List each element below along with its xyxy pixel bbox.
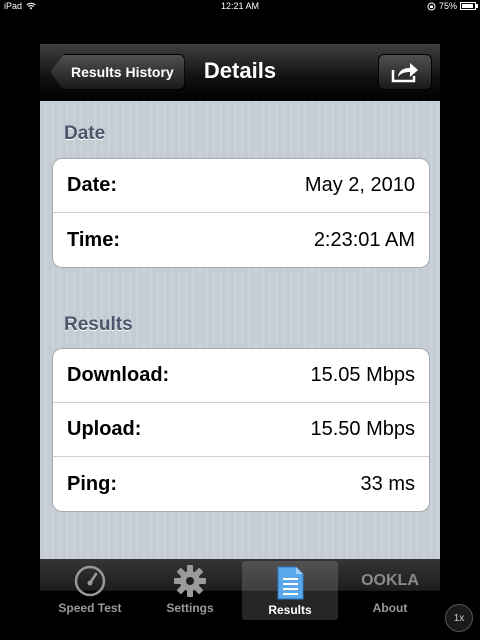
tab-bar: Speed Test Settings Results OOKLA About	[40, 559, 440, 622]
row-value: 15.05 Mbps	[310, 364, 415, 386]
results-group: Download: 15.05 Mbps Upload: 15.50 Mbps …	[52, 348, 430, 512]
status-right: 75%	[427, 1, 478, 11]
tab-results[interactable]: Results	[242, 561, 338, 620]
status-bar: iPad 12:21 AM 75%	[0, 0, 480, 14]
row-label: Date:	[67, 174, 118, 196]
share-button[interactable]	[378, 54, 432, 90]
tab-about[interactable]: OOKLA About	[340, 559, 440, 622]
date-group: Date: May 2, 2010 Time: 2:23:01 AM	[52, 158, 430, 268]
row-label: Download:	[67, 364, 170, 386]
table-row: Download: 15.05 Mbps	[53, 349, 429, 403]
zoom-1x-button[interactable]: 1x	[445, 604, 473, 632]
row-value: May 2, 2010	[304, 174, 415, 196]
tab-label: Speed Test	[58, 601, 122, 615]
gear-icon	[173, 564, 207, 598]
battery-percent: 75%	[438, 1, 457, 11]
tab-settings[interactable]: Settings	[140, 559, 240, 622]
tab-label: Results	[268, 603, 312, 617]
table-row: Ping: 33 ms	[53, 457, 429, 511]
row-value: 33 ms	[360, 472, 415, 495]
section-header-date: Date	[64, 123, 106, 144]
row-value: 15.50 Mbps	[310, 418, 415, 440]
tab-label: Settings	[166, 601, 214, 615]
navigation-bar: Results History Details	[40, 44, 440, 101]
row-label: Time:	[67, 228, 120, 251]
table-row: Upload: 15.50 Mbps	[53, 403, 429, 457]
table-row: Date: May 2, 2010	[53, 159, 429, 213]
share-arrow-icon	[391, 63, 418, 83]
table-row: Time: 2:23:01 AM	[53, 213, 429, 267]
tab-label: About	[372, 601, 408, 615]
rotation-lock-icon	[427, 2, 436, 10]
status-time: 12:21 AM	[220, 1, 260, 11]
section-header-results: Results	[64, 314, 133, 335]
row-label: Ping:	[67, 472, 117, 495]
tab-speed-test[interactable]: Speed Test	[40, 559, 140, 622]
row-label: Upload:	[67, 418, 142, 440]
details-content[interactable]: Date Date: May 2, 2010 Time: 2:23:01 AM …	[40, 101, 440, 559]
results-list-icon	[276, 566, 304, 600]
app-window: Results History Details Date Date: May 2…	[40, 44, 440, 622]
ookla-logo: OOKLA	[361, 572, 419, 589]
row-value: 2:23:01 AM	[313, 228, 415, 251]
battery-icon	[460, 2, 478, 10]
speedometer-icon	[74, 564, 106, 598]
